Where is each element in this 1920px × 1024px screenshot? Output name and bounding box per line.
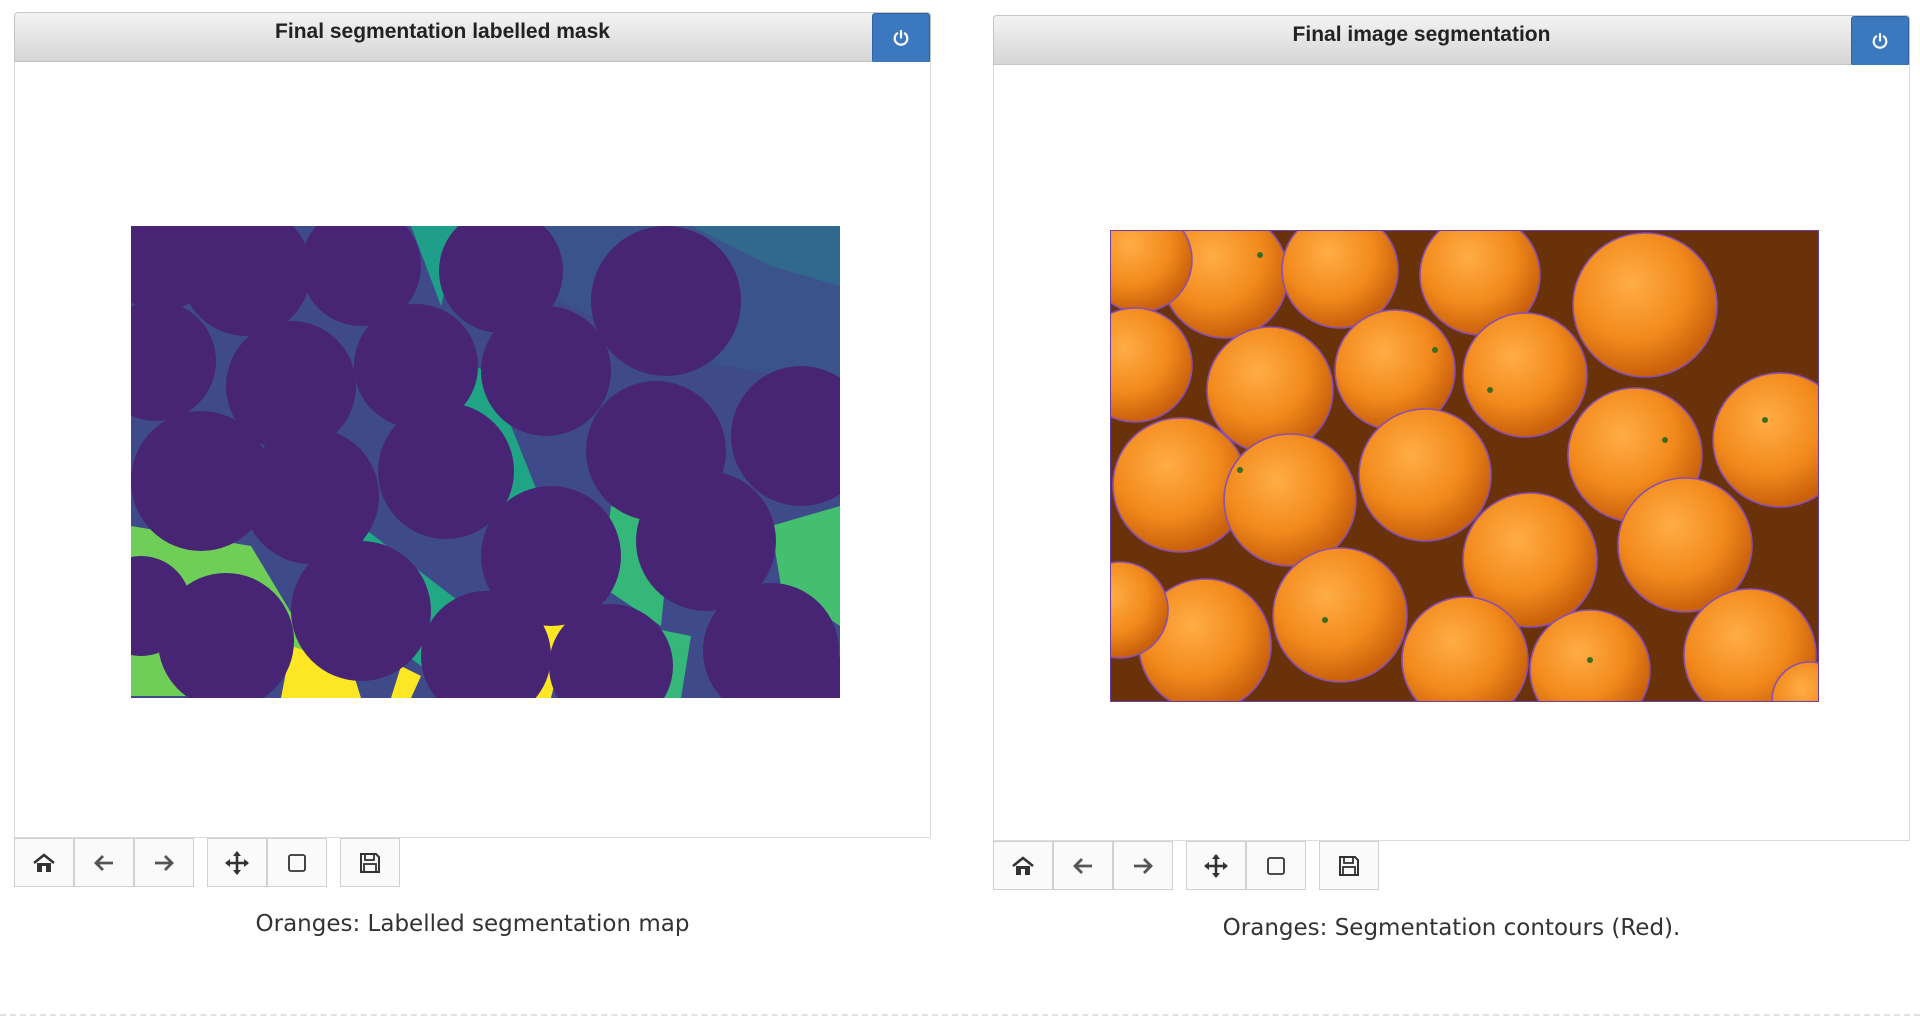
pan-button[interactable] [207, 838, 267, 887]
back-button[interactable] [74, 838, 134, 887]
segmentation-mask-image [131, 226, 840, 698]
figure-title: Final image segmentation [1292, 23, 1551, 46]
back-arrow-icon [1073, 857, 1092, 874]
figure-caption: Oranges: Labelled segmentation map [255, 911, 690, 937]
figure-toolbar [993, 841, 1910, 893]
cell-divider [0, 1014, 1920, 1016]
home-button[interactable] [14, 838, 74, 887]
figure-segmentation-contours: Final image segmentation [993, 15, 1910, 893]
home-button[interactable] [993, 841, 1053, 890]
figure-titlebar: Final segmentation labelled mask [14, 12, 931, 63]
figure-caption: Oranges: Segmentation contours (Red). [1222, 915, 1681, 941]
zoom-rect-icon [288, 853, 306, 872]
save-icon [1339, 855, 1359, 876]
pan-button[interactable] [1186, 841, 1246, 890]
home-icon [33, 852, 55, 872]
zoom-rect-button[interactable] [1246, 841, 1306, 890]
move-icon [1204, 853, 1228, 878]
save-button[interactable] [1319, 841, 1379, 890]
figure-toolbar [14, 838, 931, 890]
save-icon [360, 852, 380, 873]
back-arrow-icon [94, 854, 113, 871]
zoom-rect-button[interactable] [267, 838, 327, 887]
save-button[interactable] [340, 838, 400, 887]
zoom-rect-icon [1267, 856, 1285, 875]
close-figure-button[interactable] [872, 13, 930, 63]
power-icon [1872, 32, 1888, 49]
move-icon [225, 850, 249, 875]
figure-canvas[interactable] [993, 65, 1910, 841]
forward-button[interactable] [1113, 841, 1173, 890]
oranges-contour-image [1110, 230, 1819, 702]
home-icon [1012, 855, 1034, 875]
figure-labelled-mask: Final segmentation labelled mask [14, 12, 931, 890]
figure-titlebar: Final image segmentation [993, 15, 1910, 66]
forward-button[interactable] [134, 838, 194, 887]
power-icon [893, 29, 909, 46]
forward-arrow-icon [155, 854, 174, 871]
back-button[interactable] [1053, 841, 1113, 890]
forward-arrow-icon [1134, 857, 1153, 874]
close-figure-button[interactable] [1851, 16, 1909, 66]
figure-canvas[interactable] [14, 62, 931, 838]
figure-title: Final segmentation labelled mask [275, 20, 610, 43]
